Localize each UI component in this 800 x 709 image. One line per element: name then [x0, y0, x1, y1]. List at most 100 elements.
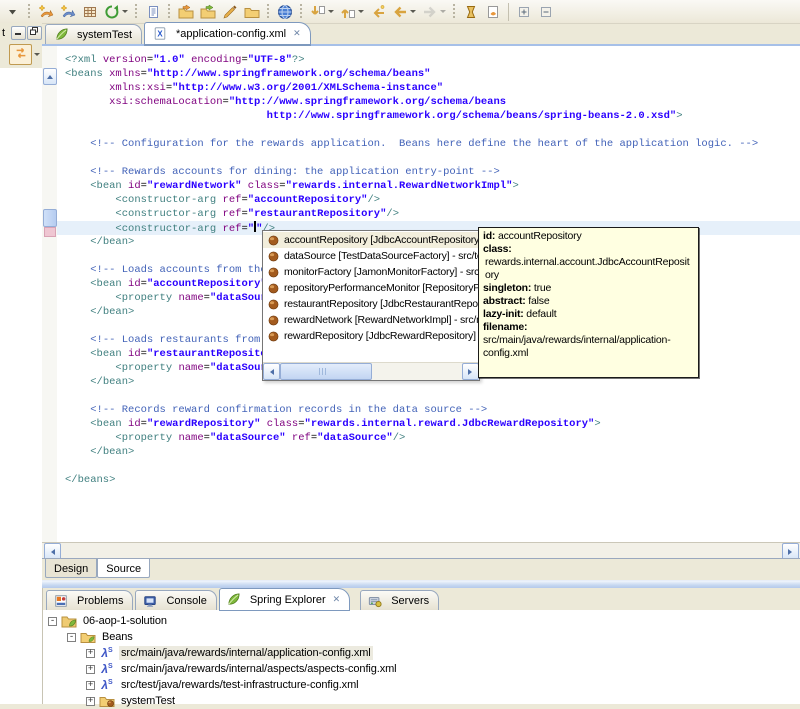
spring-bean-icon: [266, 265, 280, 279]
content-assist-list[interactable]: accountRepository [JdbcAccountRepository…: [263, 232, 479, 363]
tab-label: Problems: [77, 594, 124, 607]
completion-item[interactable]: repositoryPerformanceMonitor [Repository…: [263, 280, 479, 296]
tab-source[interactable]: Source: [97, 559, 151, 578]
code-line: http://www.springframework.org/schema/be…: [65, 110, 683, 122]
code-line: <bean id="rewardRepository" class="rewar…: [90, 418, 601, 430]
popup-horizontal-scrollbar[interactable]: [263, 362, 479, 380]
tab-application-config[interactable]: X *application-config.xml ✕: [144, 22, 311, 46]
link-with-editor-button[interactable]: [9, 44, 32, 65]
arrow-left-icon: [48, 548, 55, 555]
collapse-expander-icon[interactable]: -: [67, 632, 76, 642]
completion-item[interactable]: restaurantRepository [JdbcRestaurantRepo…: [263, 296, 479, 312]
view-menu-caret-icon[interactable]: [34, 53, 40, 59]
toolbar-separator: [166, 2, 173, 21]
tab-problems[interactable]: Problems: [46, 590, 134, 610]
tab-label: Servers: [391, 594, 430, 607]
beans-folder-icon: [80, 629, 96, 645]
expand-expander-icon[interactable]: +: [86, 680, 95, 690]
arrow-left-icon: [267, 368, 274, 375]
tree-item[interactable]: + λS src/main/java/rewards/internal/aspect…: [43, 661, 800, 677]
folder-icon[interactable]: [241, 1, 263, 22]
tab-design[interactable]: Design: [45, 559, 98, 578]
tree-item-label: src/test/java/rewards/test-infrastructur…: [121, 679, 359, 691]
tree-item[interactable]: - Beans: [43, 629, 800, 645]
tab-servers[interactable]: Servers: [360, 590, 440, 610]
tab-console[interactable]: Console: [135, 590, 217, 610]
completion-item-label: restaurantRepository [JdbcRestaurantRepo…: [284, 298, 479, 310]
spring-leaf-icon: [226, 592, 242, 608]
completion-item[interactable]: accountRepository [JdbcAccountRepository…: [263, 232, 479, 248]
console-icon: [142, 593, 158, 609]
tree-item[interactable]: + λS src/test/java/rewards/test-infrastruc…: [43, 677, 800, 693]
spring-leaf-icon: [53, 27, 69, 43]
paintbrush-icon[interactable]: [219, 1, 241, 22]
scrollbar-thumb[interactable]: [43, 209, 57, 227]
new-wizard-alt-icon[interactable]: [57, 1, 79, 22]
forward-icon[interactable]: [419, 1, 449, 22]
tab-label: *application-config.xml: [176, 27, 287, 40]
tree-item[interactable]: + λS src/main/java/rewards/internal/applic…: [43, 645, 800, 661]
last-edit-location-icon[interactable]: [367, 1, 389, 22]
scrollbar-thumb[interactable]: [280, 363, 372, 380]
close-icon[interactable]: ✕: [293, 28, 301, 39]
beans-config-icon: λS: [101, 662, 113, 676]
tree-item[interactable]: - 06-aop-1-solution: [43, 613, 800, 629]
refresh-icon[interactable]: [101, 1, 131, 22]
completion-item[interactable]: rewardRepository [JdbcRewardRepository] …: [263, 328, 479, 344]
left-scrollbar[interactable]: [42, 46, 58, 542]
xml-tools-icon[interactable]: [482, 1, 504, 22]
export-folder-icon[interactable]: [197, 1, 219, 22]
completion-item[interactable]: rewardNetwork [RewardNetworkImpl] - src/…: [263, 312, 479, 328]
import-folder-icon[interactable]: [175, 1, 197, 22]
minimize-view-button[interactable]: [11, 25, 26, 40]
tree-item[interactable]: + systemTest: [43, 693, 800, 709]
content-assist-popup: accountRepository [JdbcAccountRepository…: [262, 230, 480, 381]
tab-spring-explorer[interactable]: Spring Explorer ✕: [218, 588, 351, 611]
back-icon[interactable]: [389, 1, 419, 22]
completion-item[interactable]: monitorFactory [JamonMonitorFactory] - s…: [263, 264, 479, 280]
expand-all-icon[interactable]: [513, 1, 535, 22]
editor-tab-bar: systemTest X *application-config.xml ✕: [42, 22, 800, 46]
maximize-view-button[interactable]: [27, 25, 42, 40]
editor-horizontal-scrollbar[interactable]: [42, 542, 800, 560]
scroll-right-button[interactable]: [462, 363, 479, 380]
bottom-panel: Problems Console Spring Explorer ✕ Serve…: [42, 588, 800, 707]
tab-systemtest[interactable]: systemTest: [45, 24, 143, 44]
new-wizard-icon[interactable]: [35, 1, 57, 22]
close-icon[interactable]: ✕: [333, 594, 341, 605]
toolbar-separator: [298, 2, 305, 21]
completion-item[interactable]: dataSource [TestDataSourceFactory] - src…: [263, 248, 479, 264]
tab-label: Spring Explorer: [249, 593, 326, 606]
prev-annotation-icon[interactable]: [337, 1, 367, 22]
toolbar-separator: [133, 2, 140, 21]
eclipse-window: t systemTest X *application-config.xml ✕…: [0, 0, 800, 707]
scroll-up-button[interactable]: [43, 68, 57, 85]
dropdown-caret-icon: [358, 10, 364, 16]
tooltip-field: singleton: true: [483, 282, 552, 294]
completion-item-label: repositoryPerformanceMonitor [Repository…: [284, 282, 479, 294]
completion-item-label: monitorFactory [JamonMonitorFactory] - s…: [284, 266, 479, 278]
web-browser-icon[interactable]: [274, 1, 296, 22]
spring-explorer-tree[interactable]: -06-aop-1-solution - Beans + λS src/main/java…: [43, 610, 800, 707]
tooltip-field: abstract: false: [483, 295, 550, 307]
code-line: <!-- Configuration for the rewards appli…: [90, 138, 759, 150]
expand-expander-icon[interactable]: +: [86, 696, 95, 706]
problems-icon: [53, 593, 69, 609]
servers-icon: [367, 593, 383, 609]
scroll-left-button[interactable]: [263, 363, 280, 380]
expand-expander-icon[interactable]: +: [86, 648, 95, 658]
copybook-icon[interactable]: [142, 1, 164, 22]
table-icon[interactable]: [79, 1, 101, 22]
tree-item-label: 06-aop-1-solution: [83, 615, 167, 627]
expand-expander-icon[interactable]: +: [86, 664, 95, 674]
validate-icon[interactable]: [460, 1, 482, 22]
code-line: <bean id="rewardNetwork" class="rewards.…: [90, 180, 519, 192]
collapse-all-icon[interactable]: [535, 1, 557, 22]
tab-label: Design: [54, 562, 89, 575]
next-annotation-icon[interactable]: [307, 1, 337, 22]
menu-dropdown-icon[interactable]: [2, 1, 24, 22]
tab-label: systemTest: [77, 28, 133, 41]
collapse-expander-icon[interactable]: -: [48, 616, 57, 626]
